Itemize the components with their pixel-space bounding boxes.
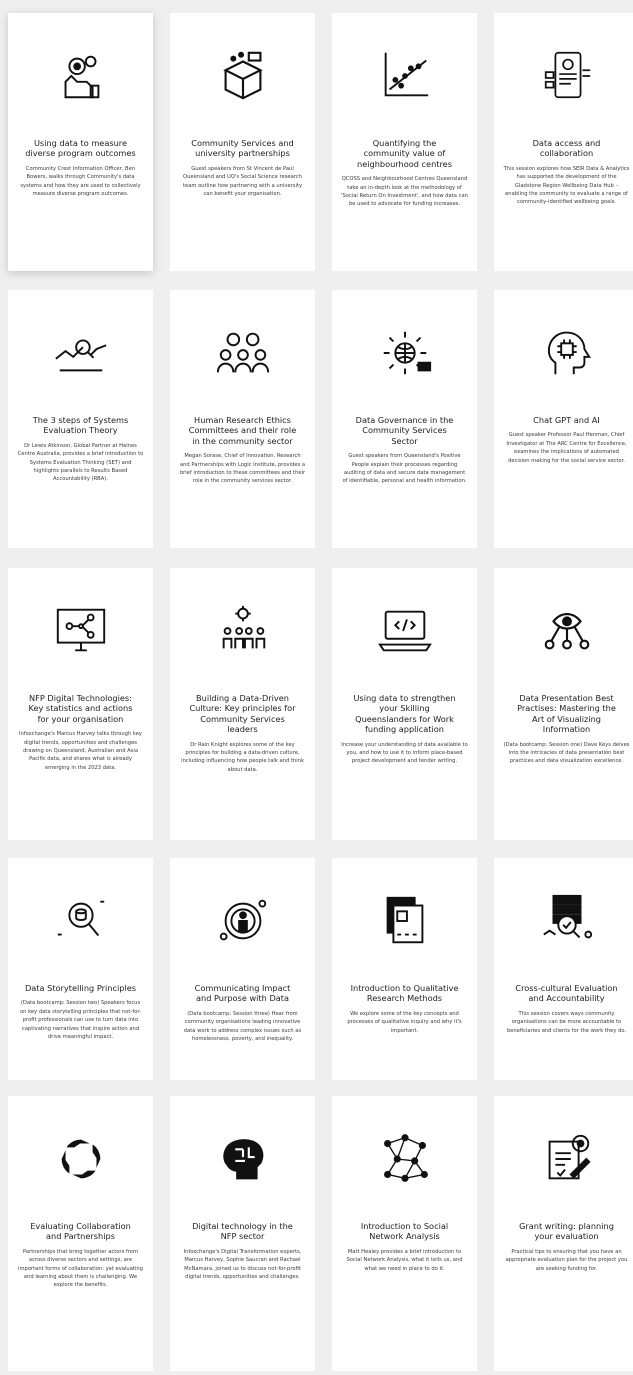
card-grid: Using data to measure diverse program ou… <box>0 0 633 1375</box>
card-description: Guest speakers from Queensland's Positiv… <box>342 453 467 485</box>
gear-people-icon <box>179 568 306 693</box>
card-7[interactable]: Data Governance in the Community Service… <box>332 290 477 548</box>
card-description: We explore some of the key concepts and … <box>347 1010 462 1034</box>
card-title: Human Research Ethics Committees and the… <box>188 415 297 446</box>
card-title: The 3 steps of Systems Evaluation Theory <box>32 415 129 436</box>
grant-writing-icon <box>503 1096 630 1221</box>
card-title: Introduction to Qualitative Research Met… <box>350 983 459 1004</box>
card-title: Evaluating Collaboration and Partnership… <box>30 1221 131 1242</box>
card-title: Grant writing: planning your evaluation <box>519 1221 614 1242</box>
card-3[interactable]: Quantifying the community value of neigh… <box>332 13 477 271</box>
card-description: Infoxchange's Digital Transformation exp… <box>183 1248 302 1281</box>
card-description: This session covers ways community organ… <box>506 1010 627 1034</box>
card-description: (Data bootcamp: Session three) Hear from… <box>183 1010 302 1043</box>
card-description: (Data bootcamp: Session two) Speakers fo… <box>19 1000 141 1041</box>
card-title: Data Presentation Best Practises: Master… <box>517 693 616 735</box>
team-group-icon <box>179 290 306 415</box>
card-description: QCOSS and Neighbourhood Centres Queensla… <box>341 176 468 208</box>
monitor-network-icon <box>17 568 144 693</box>
card-4[interactable]: Data access and collaboration This sessi… <box>494 13 633 271</box>
documents-question-icon <box>341 858 468 983</box>
database-search-icon <box>17 858 144 983</box>
card-title: Quantifying the community value of neigh… <box>357 138 452 169</box>
gear-hand-icon <box>17 13 144 138</box>
card-title: Data access and collaboration <box>532 138 601 159</box>
card-title: Introduction to Social Network Analysis <box>360 1221 449 1242</box>
card-20[interactable]: Grant writing: planning your evaluation … <box>494 1096 633 1371</box>
card-title: NFP Digital Technologies: Key statistics… <box>28 693 133 724</box>
card-13[interactable]: Data Storytelling Principles (Data bootc… <box>8 858 153 1080</box>
card-title: Data Storytelling Principles <box>24 983 136 993</box>
card-11[interactable]: Using data to strengthen your Skilling Q… <box>332 568 477 840</box>
card-description: Dr Rain Knight explores some of the key … <box>181 741 304 773</box>
card-14[interactable]: Communicating Impact and Purpose with Da… <box>170 858 315 1080</box>
card-title: Communicating Impact and Purpose with Da… <box>194 983 291 1004</box>
card-title: Community Services and university partne… <box>191 138 294 159</box>
card-17[interactable]: Evaluating Collaboration and Partnership… <box>8 1096 153 1371</box>
card-16[interactable]: Cross-cultural Evaluation and Accountabi… <box>494 858 633 1080</box>
card-description: Guest speakers from St Vincent de Paul Q… <box>182 165 303 198</box>
card-1[interactable]: Using data to measure diverse program ou… <box>8 13 153 271</box>
brain-circuit-icon <box>179 1096 306 1221</box>
card-title: Using data to measure diverse program ou… <box>25 138 136 159</box>
card-title: Digital technology in the NFP sector <box>192 1221 293 1242</box>
card-description: Community Crest Information Officer, Ben… <box>20 165 141 198</box>
mobile-data-icon <box>503 13 630 138</box>
eye-network-icon <box>503 568 630 693</box>
trend-magnifier-icon <box>17 290 144 415</box>
card-title: Building a Data-Driven Culture: Key prin… <box>189 693 296 735</box>
card-description: Increase your understanding of data avai… <box>341 741 468 765</box>
cube-network-icon <box>179 13 306 138</box>
server-check-icon <box>503 858 630 983</box>
card-description: Partnerships that bring together actors … <box>18 1248 143 1289</box>
scatter-plot-icon <box>341 13 468 138</box>
card-2[interactable]: Community Services and university partne… <box>170 13 315 271</box>
card-description: This session explores how SEIR Data & An… <box>503 165 630 206</box>
card-description: Practical tips to ensuring that you have… <box>505 1248 628 1272</box>
card-5[interactable]: The 3 steps of Systems Evaluation Theory… <box>8 290 153 548</box>
hands-circle-icon <box>17 1096 144 1221</box>
card-9[interactable]: NFP Digital Technologies: Key statistics… <box>8 568 153 840</box>
card-description: Dr Lewis Atkinson, Global Partner at Hai… <box>17 442 144 483</box>
card-description: Guest speaker Professor Paul Henman, Chi… <box>506 432 627 464</box>
data-governance-icon <box>341 290 468 415</box>
person-target-icon <box>179 858 306 983</box>
social-network-icon <box>341 1096 468 1221</box>
card-10[interactable]: Building a Data-Driven Culture: Key prin… <box>170 568 315 840</box>
laptop-code-icon <box>341 568 468 693</box>
card-title: Data Governance in the Community Service… <box>355 415 454 446</box>
card-15[interactable]: Introduction to Qualitative Research Met… <box>332 858 477 1080</box>
card-8[interactable]: Chat GPT and AI Guest speaker Professor … <box>494 290 633 548</box>
card-19[interactable]: Introduction to Social Network Analysis … <box>332 1096 477 1371</box>
card-description: (Data bootcamp: Session one) Dave Keys d… <box>503 741 630 765</box>
card-description: Infoxchange's Marcus Harvey talks throug… <box>19 731 142 771</box>
card-18[interactable]: Digital technology in the NFP sector Inf… <box>170 1096 315 1371</box>
card-description: Matt Healey provides a brief introductio… <box>346 1248 463 1272</box>
card-12[interactable]: Data Presentation Best Practises: Master… <box>494 568 633 840</box>
card-title: Using data to strengthen your Skilling Q… <box>353 693 456 735</box>
card-title: Chat GPT and AI <box>533 415 600 425</box>
card-description: Megan Sorase, Chief of Innovation, Resea… <box>179 453 306 485</box>
card-6[interactable]: Human Research Ethics Committees and the… <box>170 290 315 548</box>
card-title: Cross-cultural Evaluation and Accountabi… <box>515 983 618 1004</box>
ai-head-icon <box>503 290 630 415</box>
